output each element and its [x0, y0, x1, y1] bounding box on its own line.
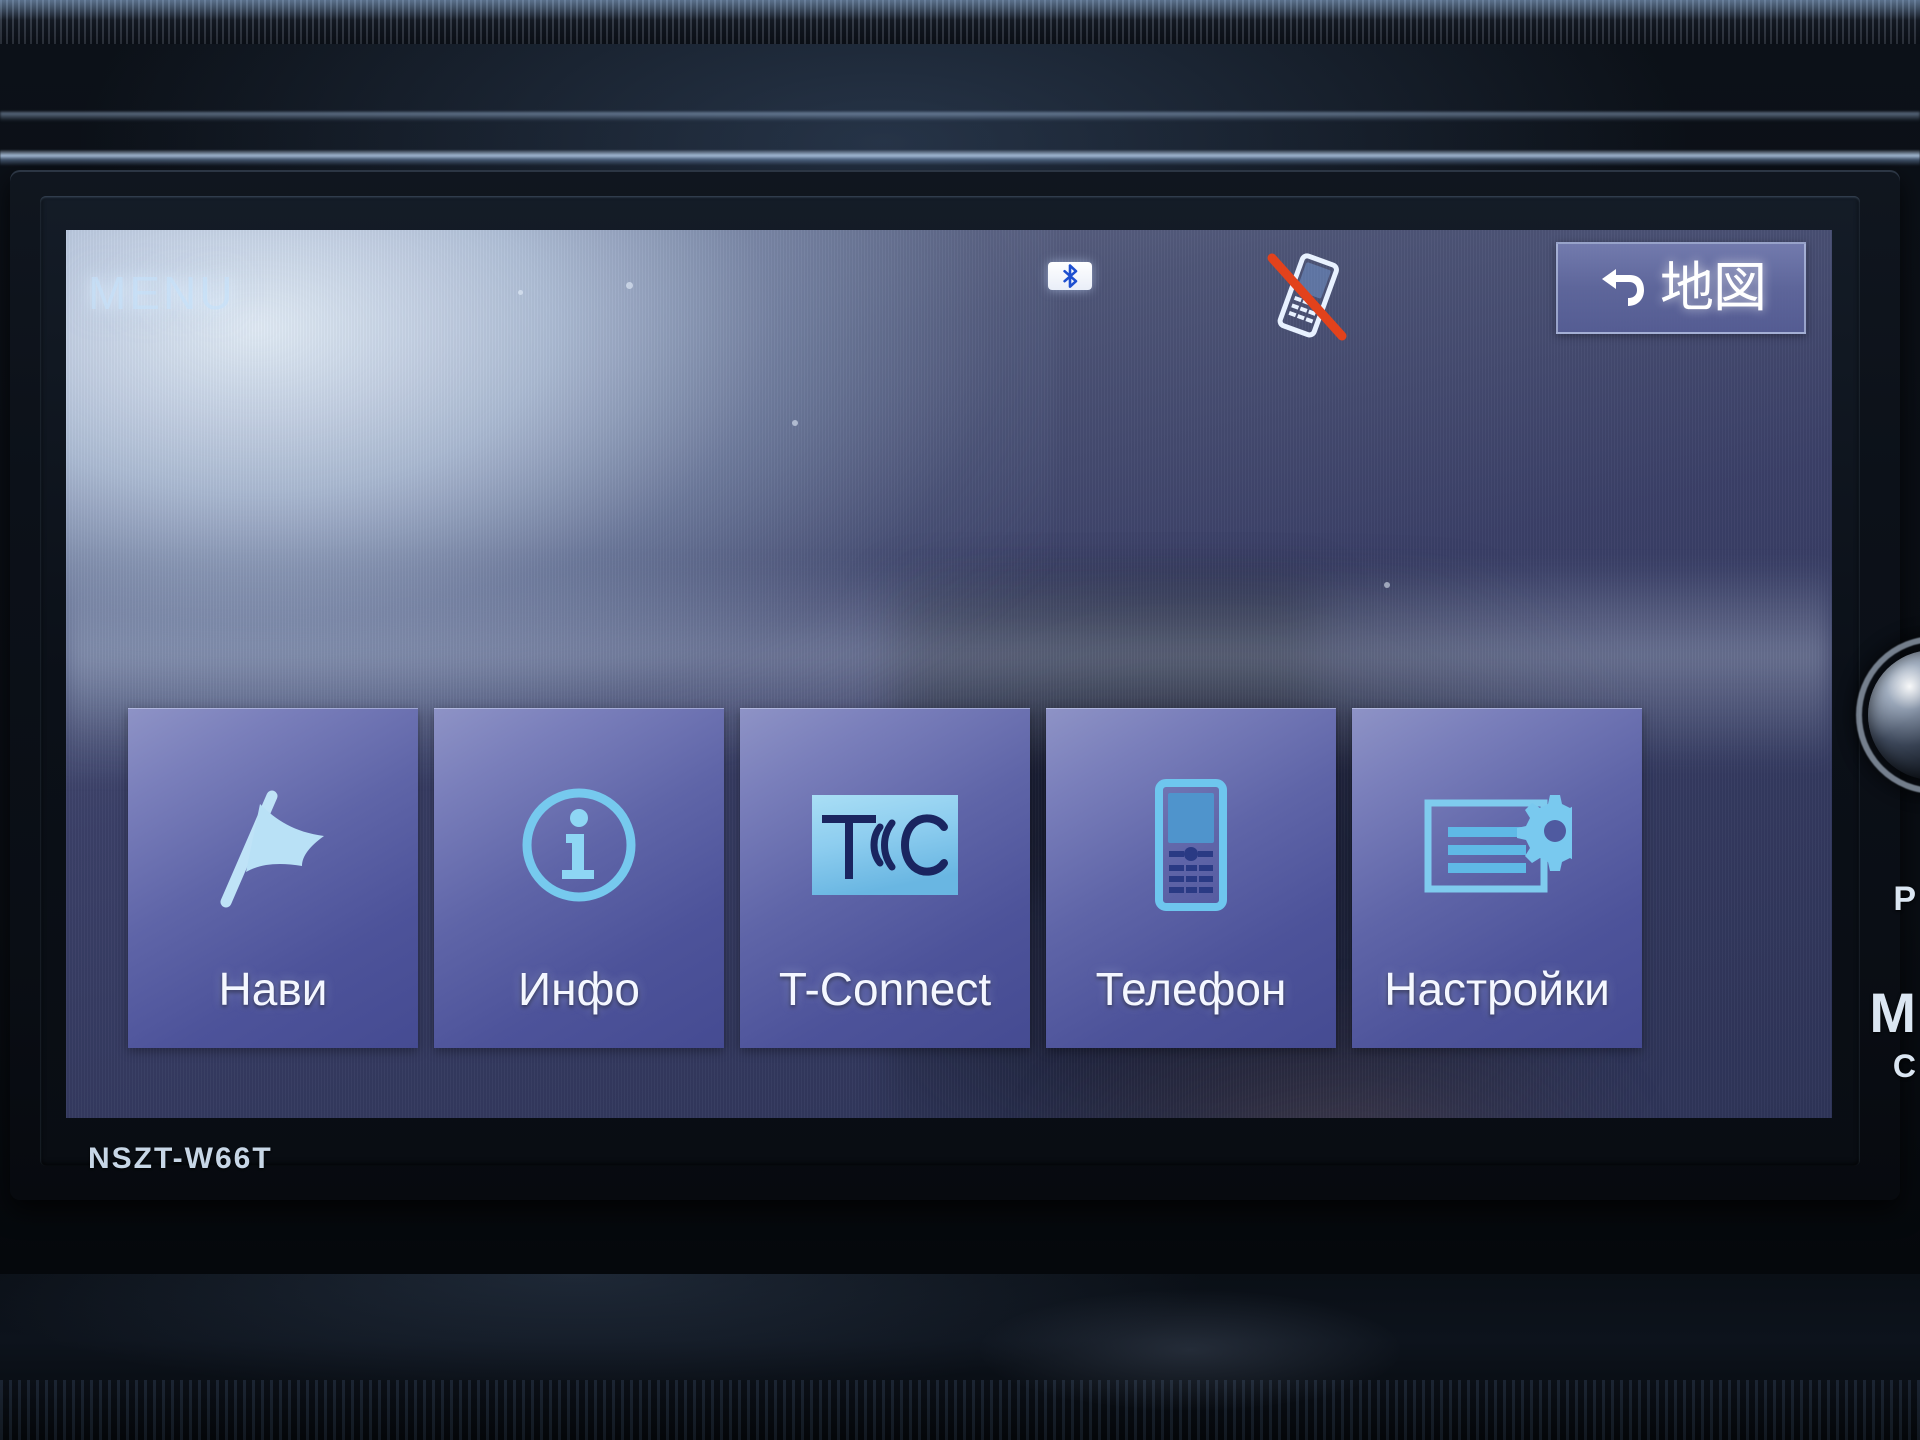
chrome-trim-upper: [0, 112, 1920, 121]
tile-label: Настройки: [1384, 963, 1610, 1015]
chrome-trim: [0, 150, 1920, 166]
tile-info[interactable]: Инфо: [434, 708, 724, 1048]
lcd-screen: MENU 地図 Нави Инфо T-Connect Телефон Наст…: [66, 230, 1832, 1118]
model-number-plate: NSZT-W66T: [88, 1142, 273, 1175]
side-label-c: C: [1892, 1048, 1916, 1084]
menu-tile-grid: Нави Инфо T-Connect Телефон Настройки: [66, 230, 1832, 1118]
side-label-m: M: [1869, 981, 1916, 1044]
tile-label: Нави: [218, 963, 328, 1015]
tile-telefon[interactable]: Телефон: [1046, 708, 1336, 1048]
flag-icon: [198, 780, 348, 910]
tile-t-connect[interactable]: T-Connect: [740, 708, 1030, 1048]
info-circle-icon: [514, 780, 644, 910]
dashboard-vent-bottom: [0, 1380, 1920, 1440]
t-connect-logo-icon: [810, 780, 960, 910]
tile-nastroyki[interactable]: Настройки: [1352, 708, 1642, 1048]
mobile-phone-icon: [1141, 779, 1241, 911]
dashboard-sheen: [0, 0, 1920, 20]
screenshot-root: MENU 地図 Нави Инфо T-Connect Телефон Наст…: [0, 0, 1920, 1440]
tile-label: T-Connect: [778, 963, 992, 1015]
side-label-p: P: [1893, 880, 1916, 918]
tile-navi[interactable]: Нави: [128, 708, 418, 1048]
tile-label: Инфо: [518, 963, 640, 1015]
settings-gear-document-icon: [1422, 780, 1572, 910]
tile-label: Телефон: [1095, 963, 1287, 1015]
